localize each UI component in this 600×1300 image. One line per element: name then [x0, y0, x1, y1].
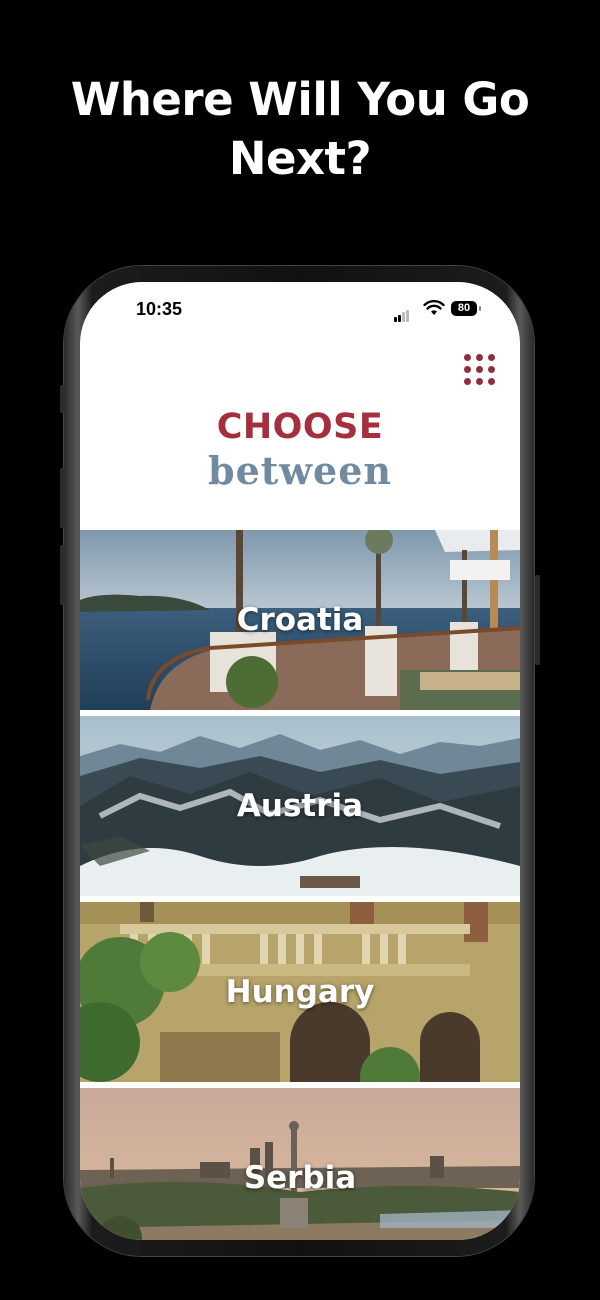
- phone-side-button: [60, 385, 65, 413]
- battery-icon: 80: [451, 301, 477, 316]
- battery-level: 80: [457, 302, 471, 314]
- status-time: 10:35: [136, 299, 183, 319]
- destination-card-hungary[interactable]: Hungary: [80, 902, 520, 1082]
- cellular-signal-icon: [394, 304, 410, 322]
- destination-card-croatia[interactable]: Croatia: [80, 530, 520, 710]
- destination-card-serbia[interactable]: Serbia: [80, 1088, 520, 1240]
- phone-volume-up: [60, 468, 65, 528]
- title-choose: CHOOSE: [216, 407, 384, 447]
- title-between: between: [208, 448, 392, 493]
- destination-label-hungary: Hungary: [225, 974, 375, 1010]
- destination-label-serbia: Serbia: [243, 1160, 357, 1196]
- destination-card-austria[interactable]: Austria: [80, 716, 520, 896]
- destination-label-croatia: Croatia: [236, 602, 364, 638]
- promo-headline: Where Will You Go Next?: [0, 70, 600, 188]
- grid-dots-icon[interactable]: [464, 354, 496, 386]
- headline-line-1: Where Will You Go: [70, 73, 530, 126]
- phone-power-button: [535, 575, 540, 665]
- battery-tip: [479, 306, 481, 311]
- destination-label-austria: Austria: [236, 788, 364, 824]
- phone-volume-down: [60, 545, 65, 605]
- headline-line-2: Next?: [228, 132, 372, 185]
- app-screen: 10:35 80 CHOOSE between Croatia Austria …: [80, 282, 520, 1240]
- wifi-icon: [423, 300, 445, 315]
- status-bar: 10:35 80: [80, 282, 520, 338]
